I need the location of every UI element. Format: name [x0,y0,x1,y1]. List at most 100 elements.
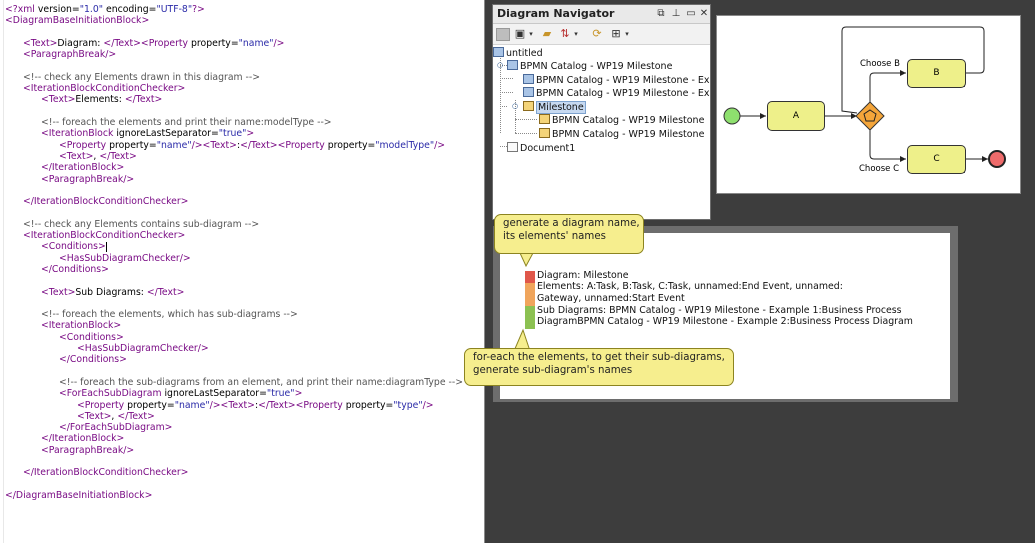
code-token: ignoreLastSeparator= [164,388,267,400]
model-icon [507,60,518,70]
output-line: Diagram: Milestone [537,270,629,281]
code-line: <IterationBlock> [41,320,121,331]
code-token: <HasSubDiagramChecker/> [59,252,191,264]
code-token: /> [422,399,434,411]
code-token: <Property [295,399,346,411]
code-token: <Text> [77,410,112,422]
code-line: <ParagraphBreak/> [41,445,134,456]
code-token: /> [209,399,221,411]
code-token: </Text> [99,150,137,162]
code-token: Elements: [75,94,125,106]
code-token: /> [273,37,285,49]
chevron-down-icon[interactable]: ▾ [527,27,535,41]
tree-item-diagram[interactable]: BPMN Catalog - WP19 Milestone [539,114,704,127]
code-token: <ForEachSubDiagram [59,388,165,400]
expand-toggle-icon[interactable]: ○ [512,102,518,110]
code-token: /> [191,139,203,151]
task-b[interactable]: B [907,59,966,88]
code-token: "name" [156,139,192,151]
task-c[interactable]: C [907,145,966,174]
code-token: <!-- foreach the elements, which has sub… [41,309,298,321]
text-caret [105,241,107,252]
code-token: "modelType" [375,139,435,151]
code-token: "true" [266,388,295,400]
document-icon [507,142,518,152]
code-token: <!-- check any Elements drawn in this di… [23,71,261,83]
exclusive-gateway[interactable] [855,101,885,131]
callout-subdiagrams: for-each the elements, to get their sub-… [464,348,734,386]
code-line: <IterationBlock ignoreLastSeparator="tru… [41,128,254,139]
code-token: <Conditions> [59,331,124,343]
output-line: Gateway, unnamed:Start Event [537,293,685,304]
tree-item-document[interactable]: Document1 [507,142,575,155]
code-token: <!-- check any Elements contains sub-dia… [23,218,260,230]
code-token: <Property [77,399,128,411]
code-token: "type" [393,399,423,411]
open-folder-icon[interactable]: ▰ [541,27,553,41]
code-line: <ParagraphBreak/> [23,49,116,60]
code-line: <IterationBlockConditionChecker> [23,230,185,241]
code-line: <!-- check any Elements drawn in this di… [23,72,260,83]
subdiagrams-marker-bar [525,306,535,329]
code-token: <DiagramBaseInitiationBlock> [5,15,150,27]
bpmn-diagram-icon [539,114,550,124]
code-line: <Text>Elements: </Text> [41,94,162,105]
output-line: Elements: A:Task, B:Task, C:Task, unname… [537,281,843,292]
tree-item-model[interactable]: BPMN Catalog - WP19 Milestone [507,60,672,73]
code-line: <ForEachSubDiagram ignoreLastSeparator="… [59,388,302,399]
tree-layout-icon[interactable]: ⊞ [610,27,622,41]
xml-editor[interactable]: <?xml version="1.0" encoding="UTF-8"?> <D… [0,0,485,543]
code-line: <!-- foreach the sub-diagrams from an el… [59,377,463,388]
minimize-icon[interactable]: ▭ [685,8,697,20]
task-a[interactable]: A [767,101,825,131]
code-token: </DiagramBaseInitiationBlock> [5,489,153,501]
chevron-down-icon[interactable]: ▾ [572,27,580,41]
code-token: <Property [277,139,328,151]
end-event[interactable] [988,150,1006,168]
code-token: </Text> [146,286,185,298]
tree-item-untitled[interactable]: untitled [493,47,543,60]
stop-icon[interactable] [496,28,510,41]
code-line: <Conditions> [41,241,107,252]
code-token: <? [5,4,18,15]
code-token: </IterationBlock> [41,433,125,445]
code-token: > [294,388,303,400]
project-icon [493,47,504,57]
code-line: </IterationBlock> [41,162,124,173]
view-icon[interactable]: ▣ [514,27,526,41]
pin-icon[interactable]: ⊥ [670,8,682,20]
code-token: "name" [238,37,274,49]
restore-icon[interactable]: ⧉ [655,8,667,20]
model-icon [523,87,534,97]
tree-item-model[interactable]: BPMN Catalog - WP19 Milestone - Ex [523,74,710,87]
editor-gutter [3,0,4,543]
code-token: </Text> [124,94,163,106]
chevron-down-icon[interactable]: ▾ [623,27,631,41]
code-token: </Text> [103,37,141,49]
expand-toggle-icon[interactable]: ○ [497,61,503,69]
code-token: "1.0" [79,4,104,15]
sort-icon[interactable]: ⇅ [559,27,571,41]
code-token: <IterationBlock [41,128,117,140]
callout-text: generate a diagram name, [503,218,640,229]
refresh-icon[interactable]: ⟳ [591,27,603,41]
flow-label-b: Choose B [860,59,900,69]
callout-text: generate sub-diagram's names [473,364,633,376]
close-icon[interactable]: ✕ [698,8,710,20]
code-token: ?> [192,4,205,15]
code-token: </Conditions> [59,354,127,366]
tree-item-model[interactable]: BPMN Catalog - WP19 Milestone - Ex [523,87,710,100]
start-event[interactable] [723,107,741,125]
bpmn-diagram-icon [523,101,534,111]
code-token: </Text> [258,399,296,411]
code-line: <Conditions> [59,332,124,343]
tree-item-diagram[interactable]: BPMN Catalog - WP19 Milestone [539,128,704,141]
code-line: <?xml version="1.0" encoding="UTF-8"?> [5,4,205,15]
bpmn-diagram-canvas[interactable]: A B C Choose B Choose C [716,15,1021,194]
tree-item-milestone[interactable]: Milestone [523,101,586,114]
code-token: </ForEachSubDiagram> [59,422,173,434]
flow-label-c: Choose C [859,164,900,174]
code-line: <Property property="name"/><Text>:</Text… [77,400,434,411]
code-token: "UTF-8" [156,4,193,15]
code-token: <!-- foreach the elements and print thei… [41,117,332,128]
